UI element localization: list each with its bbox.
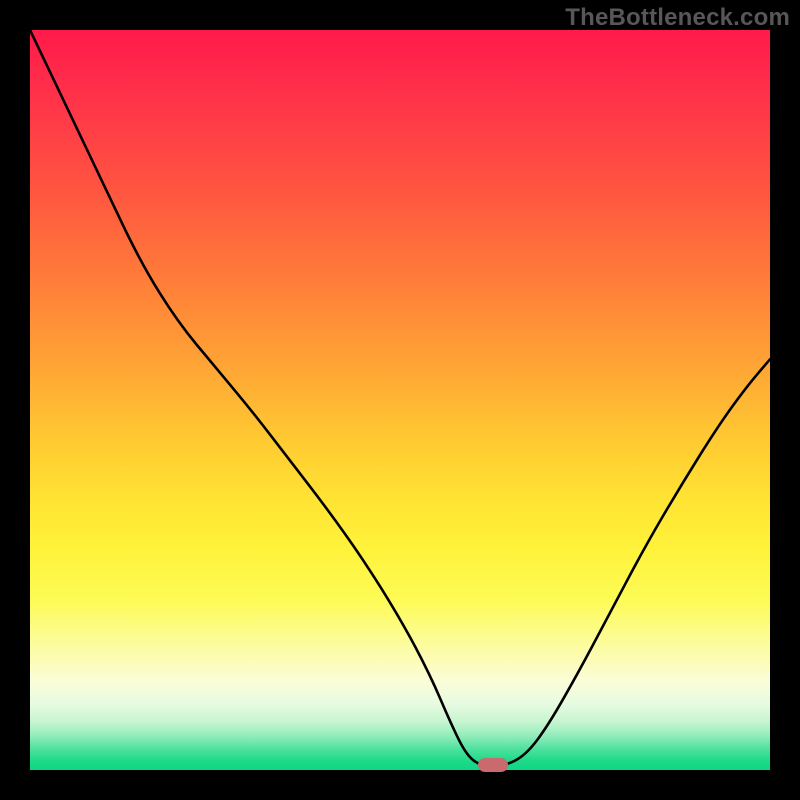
chart-stage: TheBottleneck.com [0,0,800,800]
bottleneck-curve [30,30,770,770]
bottleneck-curve-path [30,30,770,766]
plot-area [30,30,770,770]
optimal-point-marker [478,758,508,772]
watermark-text: TheBottleneck.com [565,4,790,32]
